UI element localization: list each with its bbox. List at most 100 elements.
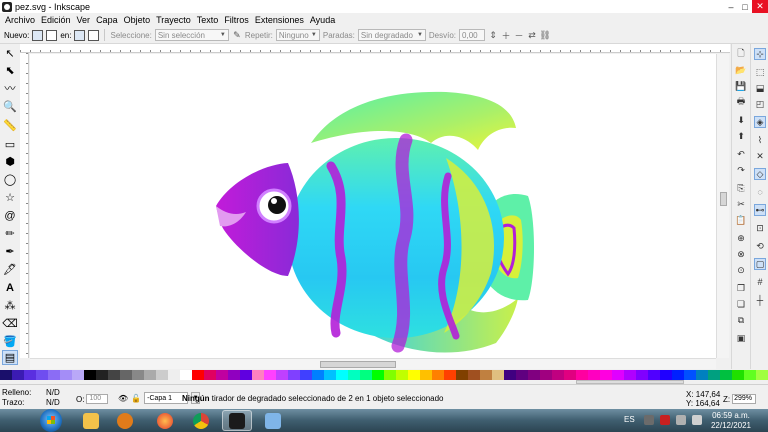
- tray-chevron-icon[interactable]: [644, 415, 654, 425]
- palette-swatch[interactable]: [540, 370, 552, 380]
- palette-swatch[interactable]: [480, 370, 492, 380]
- menu-objeto[interactable]: Objeto: [121, 15, 154, 25]
- zoom-drawing-icon[interactable]: ⊗: [735, 248, 747, 260]
- palette-swatch[interactable]: [684, 370, 696, 380]
- snap-smooth-icon[interactable]: ◌: [754, 186, 766, 198]
- palette-swatch[interactable]: [732, 370, 744, 380]
- palette-swatch[interactable]: [252, 370, 264, 380]
- redo-icon[interactable]: ↷: [735, 164, 747, 176]
- horizontal-ruler[interactable]: [20, 44, 730, 53]
- star-tool-icon[interactable]: ☆: [2, 190, 18, 205]
- palette-swatch[interactable]: [492, 370, 504, 380]
- palette-swatch[interactable]: [552, 370, 564, 380]
- palette-swatch[interactable]: [48, 370, 60, 380]
- palette-swatch[interactable]: [168, 370, 180, 380]
- fill-value[interactable]: N/D: [46, 388, 60, 398]
- system-clock[interactable]: 06:59 a.m. 22/12/2021: [706, 411, 756, 431]
- palette-swatch[interactable]: [756, 370, 768, 380]
- palette-swatch[interactable]: [528, 370, 540, 380]
- gradient-tool-icon[interactable]: ▤: [2, 350, 18, 365]
- stops-combo[interactable]: Sin degradado ▼: [357, 29, 426, 41]
- tray-app-icon[interactable]: [660, 415, 670, 425]
- palette-swatch[interactable]: [648, 370, 660, 380]
- snap-path-icon[interactable]: ⌇: [754, 134, 766, 146]
- paste-icon[interactable]: 📋: [735, 214, 747, 226]
- taskbar-inkscape[interactable]: [222, 410, 252, 431]
- zoom-input[interactable]: 299%: [732, 394, 757, 404]
- snap-nodes-icon[interactable]: ◈: [754, 116, 766, 128]
- snap-page-icon[interactable]: ▢: [754, 258, 766, 270]
- tweak-tool-icon[interactable]: 〰: [2, 80, 18, 95]
- rectangle-tool-icon[interactable]: ▭: [2, 137, 18, 152]
- fill-target-button[interactable]: [74, 29, 86, 41]
- snap-cusp-icon[interactable]: ◇: [754, 168, 766, 180]
- linear-gradient-button[interactable]: [32, 29, 44, 41]
- lock-icon[interactable]: 🔓: [131, 394, 141, 403]
- palette-swatch[interactable]: [516, 370, 528, 380]
- edit-gradient-icon[interactable]: ✎: [232, 30, 242, 40]
- palette-swatch[interactable]: [84, 370, 96, 380]
- menu-archivo[interactable]: Archivo: [2, 15, 38, 25]
- stroke-value[interactable]: N/D: [46, 398, 60, 408]
- radial-gradient-button[interactable]: [46, 29, 58, 41]
- zoom-tool-icon[interactable]: 🔍: [2, 99, 18, 114]
- snap-bbox-icon[interactable]: ⬚: [754, 66, 766, 78]
- maximize-button[interactable]: □: [738, 0, 752, 13]
- palette-swatch[interactable]: [696, 370, 708, 380]
- menu-filtros[interactable]: Filtros: [221, 15, 252, 25]
- taskbar-firefox[interactable]: [150, 410, 180, 431]
- palette-swatch[interactable]: [0, 370, 12, 380]
- snap-center-icon[interactable]: ⊡: [754, 222, 766, 234]
- cut-icon[interactable]: ✂: [735, 198, 747, 210]
- spray-tool-icon[interactable]: ⁂: [2, 298, 18, 313]
- fish-drawing[interactable]: [216, 88, 536, 358]
- vertical-scroll-thumb[interactable]: [720, 192, 727, 206]
- palette-swatch[interactable]: [708, 370, 720, 380]
- palette-swatch[interactable]: [432, 370, 444, 380]
- palette-swatch[interactable]: [312, 370, 324, 380]
- horizontal-scrollbar[interactable]: [30, 358, 716, 369]
- pen-tool-icon[interactable]: ✒: [2, 244, 18, 259]
- export-icon[interactable]: ⬆: [735, 130, 747, 142]
- palette-swatch[interactable]: [24, 370, 36, 380]
- palette-swatch[interactable]: [636, 370, 648, 380]
- taskbar-chrome[interactable]: [186, 410, 216, 431]
- palette-swatch[interactable]: [192, 370, 204, 380]
- unlink-clone-icon[interactable]: ⧉: [735, 314, 747, 326]
- horizontal-scroll-thumb[interactable]: [320, 361, 396, 368]
- menu-texto[interactable]: Texto: [194, 15, 222, 25]
- drawing-canvas[interactable]: [30, 54, 716, 358]
- palette-swatch[interactable]: [216, 370, 228, 380]
- palette-swatch[interactable]: [504, 370, 516, 380]
- palette-swatch[interactable]: [96, 370, 108, 380]
- palette-swatch[interactable]: [60, 370, 72, 380]
- palette-swatch[interactable]: [396, 370, 408, 380]
- snap-midpoint-icon[interactable]: ⊷: [754, 204, 766, 216]
- offset-spin-icon[interactable]: ⇕: [488, 30, 498, 40]
- delete-stop-icon[interactable]: －: [514, 30, 524, 41]
- close-button[interactable]: ✕: [752, 0, 768, 13]
- snap-rotation-icon[interactable]: ⟲: [754, 240, 766, 252]
- taskbar-media-player[interactable]: [110, 410, 140, 431]
- opacity-input[interactable]: 100: [86, 394, 109, 404]
- palette-swatch[interactable]: [576, 370, 588, 380]
- start-button[interactable]: [40, 409, 62, 432]
- import-icon[interactable]: ⬇: [735, 114, 747, 126]
- palette-swatch[interactable]: [600, 370, 612, 380]
- zoom-selection-icon[interactable]: ⊕: [735, 232, 747, 244]
- palette-swatch[interactable]: [588, 370, 600, 380]
- menu-capa[interactable]: Capa: [93, 15, 121, 25]
- link-gradients-icon[interactable]: ⛓: [539, 30, 550, 40]
- network-icon[interactable]: [676, 415, 686, 425]
- palette-swatch[interactable]: [132, 370, 144, 380]
- 3d-box-tool-icon[interactable]: ⬢: [2, 154, 18, 169]
- eraser-tool-icon[interactable]: ⌫: [2, 316, 18, 331]
- gradient-select-combo[interactable]: Sin selección ▼: [154, 29, 229, 41]
- repeat-combo[interactable]: Ninguno ▼: [275, 29, 320, 41]
- zoom-page-icon[interactable]: ⊙: [735, 264, 747, 276]
- palette-swatch[interactable]: [336, 370, 348, 380]
- ellipse-tool-icon[interactable]: ◯: [2, 172, 18, 187]
- palette-swatch[interactable]: [204, 370, 216, 380]
- menu-edicion[interactable]: Edición: [38, 15, 74, 25]
- vertical-scrollbar[interactable]: [716, 54, 729, 358]
